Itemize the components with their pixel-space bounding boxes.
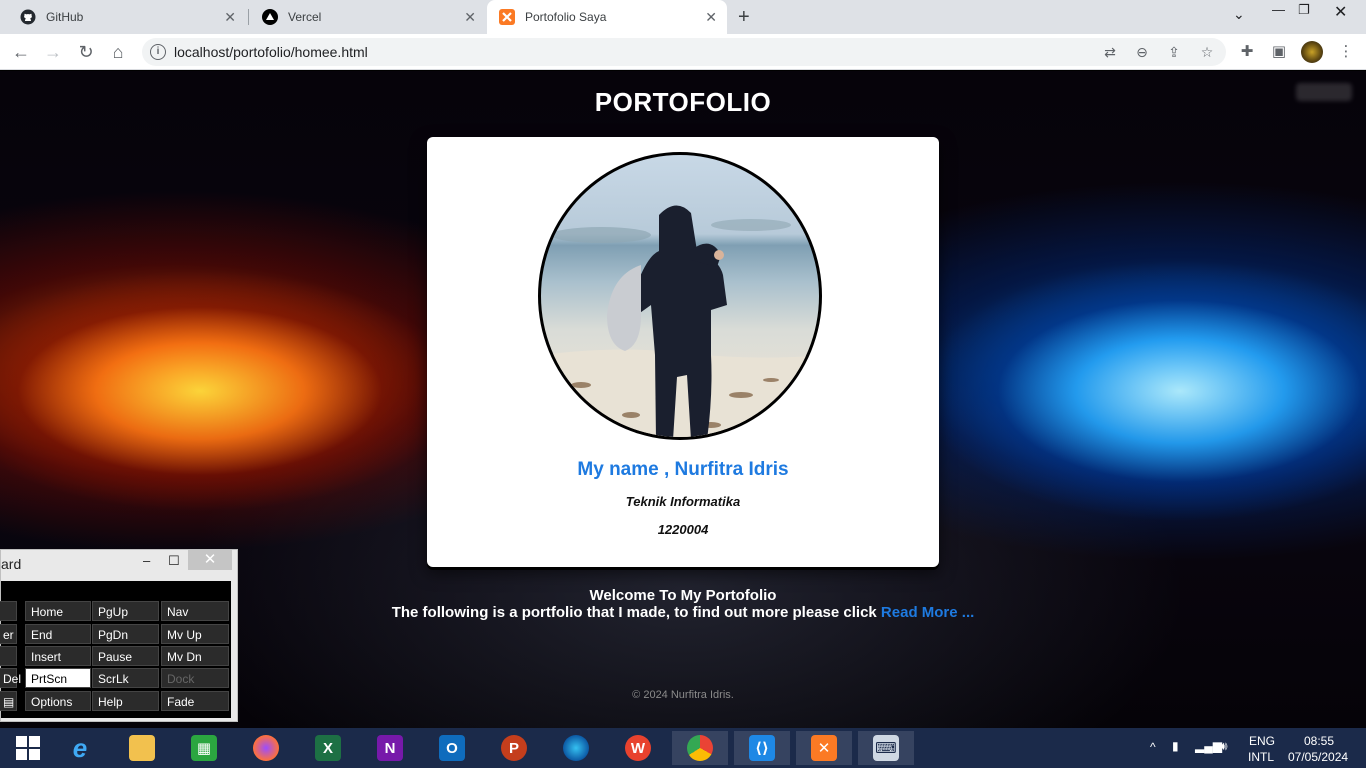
profile-student-id: 1220004: [657, 522, 709, 537]
osk-key-pause[interactable]: Pause: [92, 646, 159, 666]
close-tab-icon[interactable]: ✕: [464, 9, 476, 26]
side-panel-icon[interactable]: ▣: [1270, 43, 1288, 61]
wps-office-icon[interactable]: W: [610, 731, 666, 765]
battery-icon[interactable]: ▮: [1172, 739, 1179, 753]
profile-name: My name , Nurfitra Idris: [577, 459, 789, 480]
firefox-icon[interactable]: [238, 731, 294, 765]
close-window-icon[interactable]: ✕: [1334, 2, 1347, 22]
osk-key-mv-dn[interactable]: Mv Dn: [161, 646, 229, 666]
osk-key-fade[interactable]: Fade: [161, 691, 229, 711]
windows-taskbar: e ▦ X N O P W ⟨⟩ ✕ ⌨ ^ ▮ ▂▄▆ 🔊︎ ENG INTL…: [0, 728, 1366, 768]
tab-vercel[interactable]: Vercel ✕: [250, 0, 486, 34]
close-tab-icon[interactable]: ✕: [224, 9, 236, 26]
keyboard-layout[interactable]: INTL: [1248, 750, 1274, 764]
osk-title: ard: [1, 556, 22, 572]
osk-key-options[interactable]: Options: [25, 691, 91, 711]
tab-label: GitHub: [46, 10, 84, 24]
outlook-icon[interactable]: O: [424, 731, 480, 765]
page-title: PORTOFOLIO: [594, 87, 772, 117]
intro-sentence: The following is a portfolio that I made…: [391, 604, 877, 621]
back-icon[interactable]: ←: [10, 41, 32, 63]
tab-divider: [248, 9, 249, 25]
on-screen-keyboard-window: ard – ☐ ✕ er Del ▤ Home PgUp Nav End PgD…: [0, 549, 238, 722]
home-icon[interactable]: ⌂: [107, 41, 129, 63]
osk-key-scrlk[interactable]: ScrLk: [92, 668, 159, 688]
internet-explorer-icon[interactable]: e: [52, 731, 108, 765]
osk-minimize-icon[interactable]: –: [143, 553, 150, 568]
tab-label: Vercel: [288, 10, 322, 24]
clock-time[interactable]: 08:55: [1304, 734, 1334, 748]
onenote-icon[interactable]: N: [362, 731, 418, 765]
browser-toolbar: ← → ↻ ⌂ i localhost/portofolio/homee.htm…: [0, 34, 1366, 70]
read-more-link[interactable]: Read More ...: [881, 604, 974, 621]
browser-tab-bar: GitHub ✕ Vercel ✕ Portofolio Saya ✕ + ⌄ …: [0, 0, 1366, 34]
osk-key-partial[interactable]: er: [0, 624, 17, 644]
osk-key-prtscn[interactable]: PrtScn: [25, 668, 91, 688]
profile-major: Teknik Informatika: [625, 494, 741, 509]
github-icon: [20, 9, 36, 25]
profile-card: My name , Nurfitra Idris Teknik Informat…: [427, 137, 939, 567]
osk-key-dock[interactable]: Dock: [161, 668, 229, 688]
on-screen-keyboard-taskbar-icon[interactable]: ⌨: [858, 731, 914, 765]
osk-key-home[interactable]: Home: [25, 601, 91, 621]
tab-label: Portofolio Saya: [525, 10, 607, 24]
osk-close-icon[interactable]: ✕: [188, 550, 232, 570]
osk-key-partial[interactable]: Del: [0, 668, 21, 688]
zoom-icon[interactable]: ⊖: [1134, 44, 1150, 60]
show-hidden-icons-chevron[interactable]: ^: [1150, 740, 1156, 754]
osk-key-pgdn[interactable]: PgDn: [92, 624, 159, 644]
tab-search-chevron-icon[interactable]: ⌄: [1233, 6, 1245, 23]
start-button[interactable]: [0, 731, 56, 765]
new-tab-plus-icon[interactable]: +: [738, 6, 750, 29]
address-bar[interactable]: i localhost/portofolio/homee.html ⇄ ⊖ ⇪ …: [142, 38, 1226, 66]
edge-icon[interactable]: [548, 731, 604, 765]
microsoft-store-icon[interactable]: ▦: [176, 731, 232, 765]
osk-key-pgup[interactable]: PgUp: [92, 601, 159, 621]
close-tab-icon[interactable]: ✕: [705, 9, 717, 26]
file-explorer-icon[interactable]: [114, 731, 170, 765]
tab-github[interactable]: GitHub ✕: [8, 0, 246, 34]
osk-maximize-icon[interactable]: ☐: [168, 553, 180, 569]
powerpoint-icon[interactable]: P: [486, 731, 542, 765]
tab-portofolio-saya[interactable]: Portofolio Saya ✕: [487, 0, 727, 34]
restore-icon[interactable]: ❐: [1298, 2, 1310, 18]
minimize-icon[interactable]: —: [1272, 2, 1285, 17]
translate-icon[interactable]: ⇄: [1102, 44, 1118, 60]
clock-date[interactable]: 07/05/2024: [1288, 750, 1348, 764]
xampp-taskbar-icon[interactable]: ✕: [796, 731, 852, 765]
profile-avatar[interactable]: [1301, 41, 1323, 63]
osk-key-end[interactable]: End: [25, 624, 91, 644]
bookmark-star-icon[interactable]: ☆: [1199, 44, 1215, 60]
osk-key-mv-up[interactable]: Mv Up: [161, 624, 229, 644]
osk-key-partial[interactable]: [0, 646, 17, 666]
osk-key-insert[interactable]: Insert: [25, 646, 91, 666]
menu-kebab-icon[interactable]: ⋮: [1337, 43, 1355, 61]
osk-key-menu-icon[interactable]: ▤: [0, 691, 17, 711]
vercel-icon: [262, 9, 278, 25]
volume-icon[interactable]: 🔊︎: [1220, 739, 1228, 754]
reload-icon[interactable]: ↻: [75, 41, 97, 63]
osk-key-help[interactable]: Help: [92, 691, 159, 711]
language-code[interactable]: ENG: [1249, 734, 1275, 748]
osk-key-nav[interactable]: Nav: [161, 601, 229, 621]
xampp-icon: [499, 9, 515, 25]
chrome-icon[interactable]: [672, 731, 728, 765]
windows-logo-icon: [16, 736, 40, 760]
site-info-icon[interactable]: i: [150, 44, 166, 60]
osk-key-partial[interactable]: [0, 601, 17, 621]
osk-key-grid: er Del ▤ Home PgUp Nav End PgDn Mv Up In…: [0, 581, 231, 718]
profile-photo: [538, 152, 822, 440]
share-icon[interactable]: ⇪: [1166, 44, 1182, 60]
network-signal-icon[interactable]: ▂▄▆: [1195, 739, 1222, 753]
extensions-puzzle-icon[interactable]: ✚: [1238, 43, 1256, 61]
forward-icon[interactable]: →: [42, 41, 64, 63]
url-text: localhost/portofolio/homee.html: [174, 44, 368, 60]
excel-icon[interactable]: X: [300, 731, 356, 765]
vscode-icon[interactable]: ⟨⟩: [734, 731, 790, 765]
